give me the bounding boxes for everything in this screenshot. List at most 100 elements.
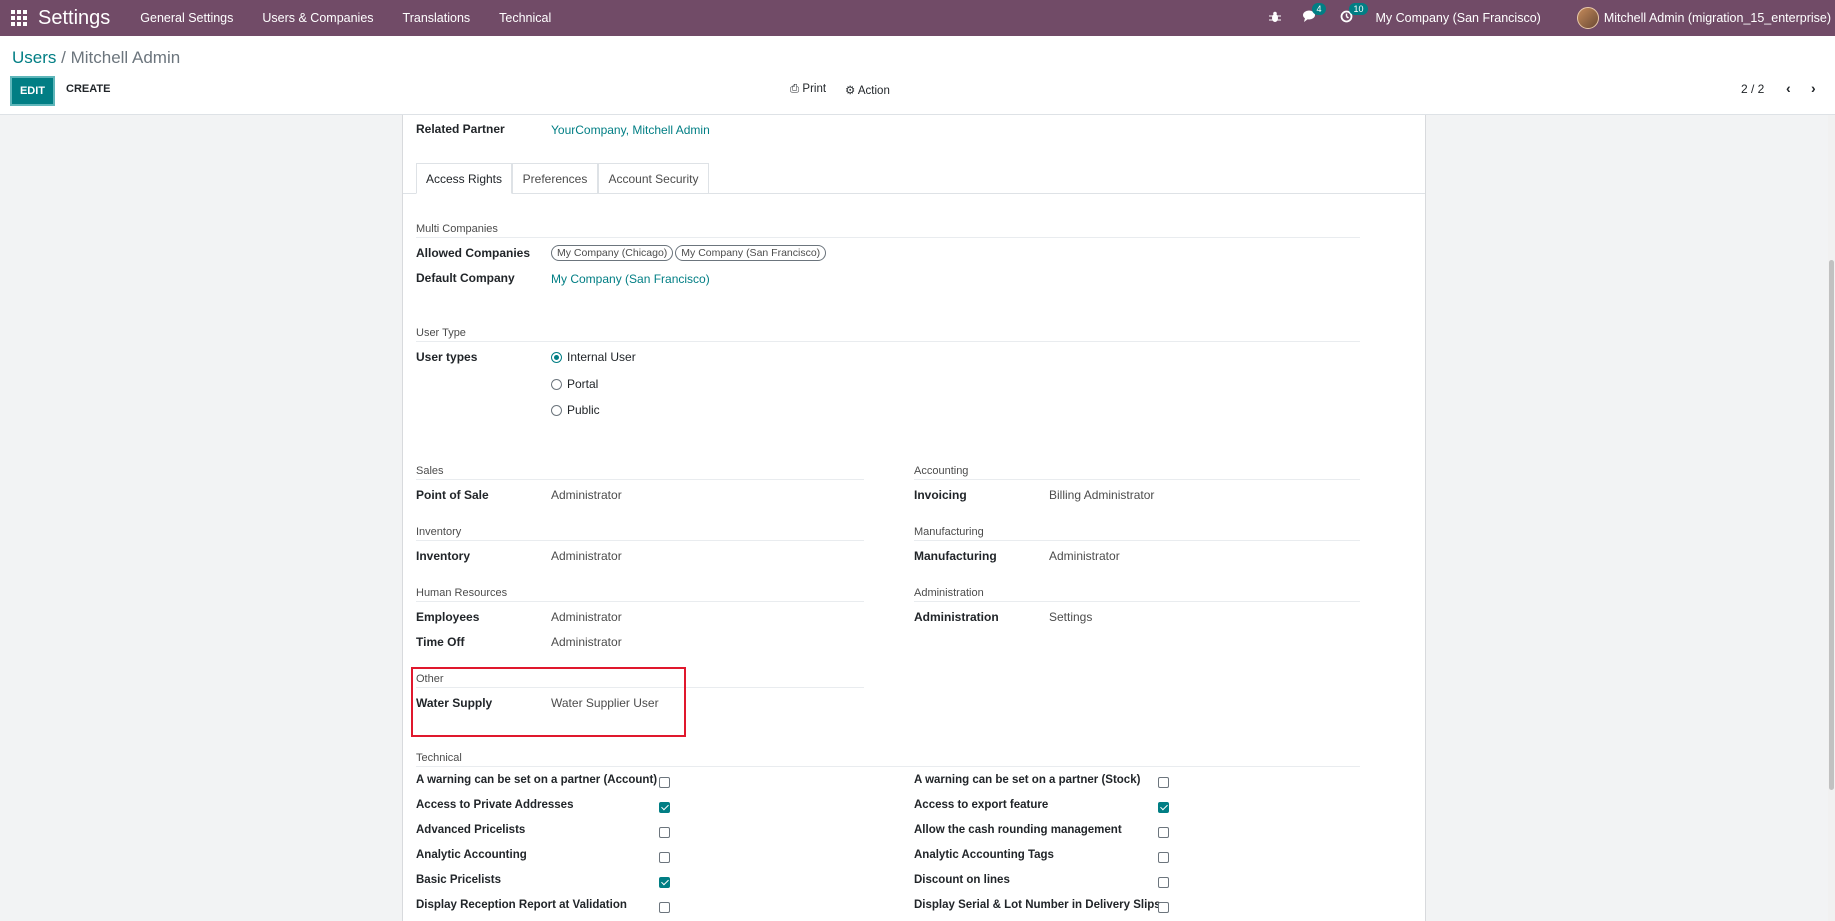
tech-left-label-1: Access to Private Addresses — [416, 799, 574, 811]
separator-line — [914, 540, 1360, 541]
pager-previous-icon[interactable]: ‹ — [1786, 80, 1791, 96]
related-partner-label: Related Partner — [416, 122, 505, 136]
tech-left-label-4: Basic Pricelists — [416, 874, 502, 886]
radio-public[interactable] — [551, 405, 562, 416]
create-button[interactable]: CREATE — [66, 83, 110, 95]
page-scrollbar[interactable] — [1828, 115, 1835, 921]
action-label: Action — [857, 85, 890, 97]
breadcrumb: Users / Mitchell Admin — [12, 48, 180, 68]
tech-right-label-0: A warning can be set on a partner (Stock… — [914, 774, 1141, 786]
tech-left-label-3: Analytic Accounting — [416, 849, 527, 861]
default-company-label: Default Company — [416, 271, 515, 285]
tech-right-label-5: Display Serial & Lot Number in Delivery … — [914, 899, 1161, 911]
action-button[interactable]: ⚙ Action — [845, 83, 890, 97]
tech-left-checkbox-0[interactable] — [659, 777, 670, 788]
tech-left-label-2: Advanced Pricelists — [416, 824, 526, 836]
tech-left-checkbox-3[interactable] — [659, 852, 670, 863]
tech-right-checkbox-4[interactable] — [1158, 877, 1169, 888]
menu-technical[interactable]: Technical — [499, 11, 551, 25]
time-off-label: Time Off — [416, 635, 465, 649]
breadcrumb-current: Mitchell Admin — [70, 48, 181, 67]
tech-right-checkbox-0[interactable] — [1158, 777, 1169, 788]
activities-clock-icon[interactable]: 10 — [1340, 3, 1368, 26]
tech-right-checkbox-5[interactable] — [1158, 902, 1169, 913]
tech-left-label-5: Display Reception Report at Validation — [416, 899, 627, 911]
edit-button[interactable]: EDIT — [10, 76, 55, 106]
manufacturing-label: Manufacturing — [914, 549, 997, 563]
avatar — [1576, 7, 1599, 29]
menu-translations[interactable]: Translations — [403, 11, 471, 25]
tech-right-checkbox-3[interactable] — [1158, 852, 1169, 863]
tech-left-checkbox-5[interactable] — [659, 902, 670, 913]
tech-right-label-3: Analytic Accounting Tags — [914, 849, 1054, 861]
related-partner-link[interactable]: YourCompany, Mitchell Admin — [551, 123, 710, 137]
form-sheet: Related Partner YourCompany, Mitchell Ad… — [402, 115, 1426, 921]
user-menu[interactable]: Mitchell Admin (migration_15_enterprise) — [1576, 7, 1831, 29]
printer-icon: ⎙ — [790, 83, 800, 95]
control-panel: Users / Mitchell Admin EDIT CREATE ⎙ Pri… — [0, 36, 1835, 115]
employees-value[interactable]: Administrator — [551, 610, 622, 624]
invoicing-value[interactable]: Billing Administrator — [1049, 488, 1154, 502]
messages-badge: 4 — [1312, 3, 1326, 15]
allowed-companies-label: Allowed Companies — [416, 246, 531, 260]
multi-companies-title: Multi Companies — [416, 223, 498, 235]
breadcrumb-users[interactable]: Users — [12, 48, 56, 67]
tech-left-checkbox-2[interactable] — [659, 827, 670, 838]
point-of-sale-value[interactable]: Administrator — [551, 488, 622, 502]
debug-bug-icon[interactable] — [1269, 10, 1282, 26]
group-human-resources-title: Human Resources — [416, 587, 508, 599]
tab-preferences[interactable]: Preferences — [512, 163, 598, 194]
pager-next-icon[interactable]: › — [1811, 80, 1816, 96]
app-brand[interactable]: Settings — [38, 7, 110, 30]
inventory-label: Inventory — [416, 549, 471, 563]
radio-portal[interactable] — [551, 379, 562, 390]
company-tag-san-francisco[interactable]: My Company (San Francisco) — [675, 245, 827, 261]
menu-general-settings[interactable]: General Settings — [140, 11, 233, 25]
top-navbar: Settings General Settings Users & Compan… — [0, 0, 1835, 36]
group-administration-title: Administration — [914, 587, 984, 599]
tech-right-checkbox-2[interactable] — [1158, 827, 1169, 838]
administration-value[interactable]: Settings — [1049, 610, 1092, 624]
tech-right-label-2: Allow the cash rounding management — [914, 824, 1122, 836]
group-accounting-title: Accounting — [914, 465, 969, 477]
radio-internal-user[interactable] — [551, 352, 562, 363]
tech-right-checkbox-1[interactable] — [1158, 802, 1169, 813]
apps-menu-icon[interactable] — [0, 0, 38, 36]
print-button[interactable]: ⎙ Print — [790, 83, 826, 96]
group-inventory-title: Inventory — [416, 526, 462, 538]
separator-line — [416, 341, 1360, 342]
pager-counter: 2 / 2 — [1741, 82, 1765, 96]
activities-badge: 10 — [1349, 3, 1368, 15]
point-of-sale-label: Point of Sale — [416, 488, 489, 502]
default-company-link[interactable]: My Company (San Francisco) — [551, 272, 710, 286]
print-label: Print — [802, 83, 827, 95]
tech-right-label-1: Access to export feature — [914, 799, 1049, 811]
tab-access-rights[interactable]: Access Rights — [416, 163, 512, 194]
breadcrumb-separator: / — [56, 48, 71, 67]
user-type-title: User Type — [416, 327, 466, 339]
tab-account-security[interactable]: Account Security — [598, 163, 709, 194]
manufacturing-value[interactable]: Administrator — [1049, 549, 1120, 563]
employees-label: Employees — [416, 610, 480, 624]
group-sales-title: Sales — [416, 465, 444, 477]
highlight-box — [411, 667, 686, 737]
tech-left-checkbox-1[interactable] — [659, 802, 670, 813]
radio-internal-user-label: Internal User — [567, 350, 636, 364]
company-tag-chicago[interactable]: My Company (Chicago) — [551, 245, 674, 261]
separator-line — [914, 601, 1360, 602]
tech-left-checkbox-4[interactable] — [659, 877, 670, 888]
separator-line — [416, 540, 864, 541]
technical-title: Technical — [416, 752, 462, 764]
radio-public-label: Public — [567, 403, 600, 417]
time-off-value[interactable]: Administrator — [551, 635, 622, 649]
separator-line — [416, 479, 864, 480]
separator-line — [416, 601, 864, 602]
radio-portal-label: Portal — [567, 377, 599, 391]
inventory-value[interactable]: Administrator — [551, 549, 622, 563]
menu-users-companies[interactable]: Users & Companies — [262, 11, 373, 25]
separator-line — [416, 766, 1360, 767]
allowed-companies-tags: My Company (Chicago) My Company (San Fran… — [551, 245, 828, 261]
scrollbar-thumb[interactable] — [1829, 260, 1834, 790]
company-switcher[interactable]: My Company (San Francisco) — [1375, 11, 1540, 25]
messages-chat-icon[interactable]: 4 — [1303, 3, 1326, 26]
